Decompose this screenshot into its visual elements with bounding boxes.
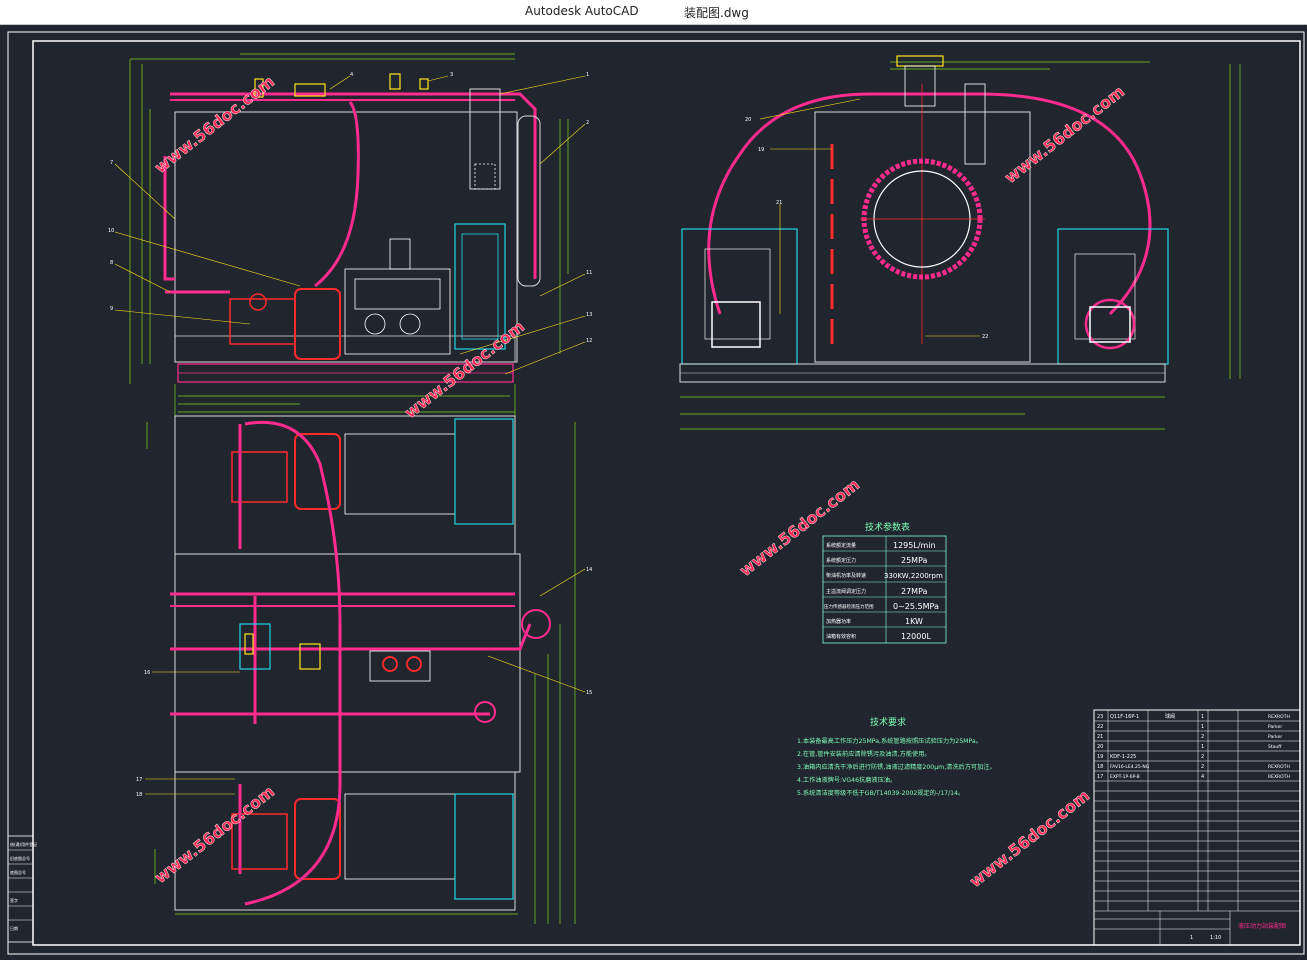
tech-req-item-2: 3.油箱内应清洗干净后进行防锈,油液过滤精度200μm,清洗后方可加注。: [797, 763, 996, 771]
tp-value-1: 25MPa: [901, 556, 928, 565]
bom-qty-5: 2: [1201, 764, 1204, 770]
svg-text:8: 8: [110, 260, 113, 266]
tech-req-item-3: 4.工作油液牌号:VG46抗磨液压油。: [797, 776, 896, 784]
svg-text:21: 21: [776, 200, 782, 206]
tp-value-6: 12000L: [901, 632, 931, 641]
strip-label-5: 日期: [10, 925, 18, 931]
svg-text:15: 15: [586, 690, 592, 696]
bom-remark-1: Parker: [1268, 724, 1282, 730]
watermark-1: www.56doc.com: [151, 72, 278, 177]
side-view[interactable]: 20 19 21 22: [679, 55, 1241, 430]
svg-text:16: 16: [144, 670, 150, 676]
bom-remark-2: Parker: [1268, 734, 1282, 740]
watermark-2: www.56doc.com: [401, 317, 528, 422]
front-view[interactable]: 4 3 1 2 7 10 8 9 11 13 12: [108, 53, 592, 416]
file-title: 装配图.dwg: [684, 6, 749, 20]
bom-remark-3: Stauff: [1268, 744, 1282, 750]
tp-value-0: 1295L/min: [893, 541, 936, 550]
tech-params-table: 技术参数表 系统额定流量 1295L/min 系统额定压力 25MPa 柴油机功…: [822, 521, 947, 644]
bom-code-6: EXPT-1P-6P-B: [1110, 774, 1140, 780]
svg-text:10: 10: [108, 228, 114, 234]
sheet-border-inner: [32, 40, 1301, 946]
sheet-border-outer: [7, 31, 1305, 955]
app-title: Autodesk AutoCAD: [525, 4, 639, 18]
tp-label-4: 压力传感器检测压力范围: [824, 603, 874, 610]
watermark-5: www.56doc.com: [151, 782, 278, 887]
tech-req-item-1: 2.在管,管件安装前应清除锈污及油渍,方能使用。: [797, 750, 931, 758]
bom-no-4: 19: [1097, 754, 1103, 760]
bom-no-2: 21: [1097, 734, 1103, 740]
watermark-4: www.56doc.com: [736, 475, 863, 580]
tech-params-title: 技术参数表: [865, 521, 910, 533]
bom-qty-2: 2: [1201, 734, 1204, 740]
drawing-scale: 1:10: [1210, 935, 1221, 941]
bom-no-5: 18: [1097, 764, 1103, 770]
tp-label-2: 柴油机功率及转速: [826, 572, 866, 579]
tech-req-item-0: 1.本装备最高工作压力25MPa,系统管路按照压试验压力为25MPa。: [797, 737, 982, 745]
bom-qty-6: 4: [1201, 774, 1204, 780]
drawing-sheet: 1: [1190, 935, 1193, 941]
strip-label-2: 旧底图总号: [10, 855, 30, 861]
bom-qty-0: 1: [1201, 714, 1204, 720]
svg-text:18: 18: [136, 792, 142, 798]
tp-label-1: 系统额定压力: [826, 557, 856, 564]
tp-label-3: 主溢流阀调定压力: [826, 588, 866, 595]
bom-no-1: 22: [1097, 724, 1103, 730]
svg-text:11: 11: [586, 270, 592, 276]
tech-req-title: 技术要求: [870, 716, 906, 728]
tp-label-5: 加热器功率: [826, 618, 851, 625]
bom-qty-3: 1: [1201, 744, 1204, 750]
svg-text:4: 4: [350, 72, 353, 78]
svg-text:14: 14: [586, 567, 592, 573]
bom-name-0: 球阀: [1165, 713, 1175, 720]
svg-text:19: 19: [758, 147, 764, 153]
drawing-name: 液压动力站装配图: [1238, 922, 1286, 930]
title-block: 23 Q11F-16P-1 球阀 1 REXROTH 22 1 Parker 2…: [1093, 709, 1301, 946]
strip-label-3: 底图总号: [10, 869, 26, 875]
bom-code-0: Q11F-16P-1: [1110, 714, 1139, 720]
strip-label-1: 借(通)用件登记: [10, 841, 37, 847]
svg-text:12: 12: [586, 338, 592, 344]
tp-value-2: 330KW,2200rpm: [884, 572, 943, 580]
svg-text:17: 17: [136, 777, 142, 783]
bom-remark-0: REXROTH: [1268, 714, 1290, 720]
tp-value-4: 0~25.5MPa: [893, 602, 939, 611]
bom-qty-4: 2: [1201, 754, 1204, 760]
svg-text:22: 22: [982, 334, 988, 340]
tech-req-item-4: 5.系统清洁度等级不低于GB/T14039-2002规定的-/17/14。: [797, 789, 964, 797]
bom-qty-1: 1: [1201, 724, 1204, 730]
svg-text:2: 2: [586, 120, 589, 126]
drawing-canvas[interactable]: 借(通)用件登记 旧底图总号 底图总号 签字 日期 4 3 1 2 7 10 8…: [0, 24, 1307, 956]
bom-remark-6: REXROTH: [1268, 774, 1290, 780]
svg-text:9: 9: [110, 306, 113, 312]
tech-requirements: 技术要求 1.本装备最高工作压力25MPa,系统管路按照压试验压力为25MPa。…: [797, 716, 996, 797]
tp-value-5: 1KW: [905, 617, 923, 626]
svg-text:3: 3: [450, 72, 453, 78]
tp-label-0: 系统额定流量: [826, 542, 856, 549]
bom-code-4: KDF-1-225: [1110, 754, 1136, 760]
left-sign-strip: 借(通)用件登记 旧底图总号 底图总号 签字 日期: [7, 835, 37, 943]
svg-text:13: 13: [586, 312, 592, 318]
bom-remark-5: REXROTH: [1268, 764, 1290, 770]
bom-no-6: 17: [1097, 774, 1103, 780]
bom-no-0: 23: [1097, 714, 1103, 720]
strip-label-4: 签字: [10, 897, 18, 903]
bom-no-3: 20: [1097, 744, 1103, 750]
window-titlebar: Autodesk AutoCAD 装配图.dwg: [0, 0, 1307, 25]
tp-value-3: 27MPa: [901, 587, 928, 596]
svg-text:1: 1: [586, 72, 589, 78]
watermark-6: www.56doc.com: [966, 786, 1093, 891]
bom-code-5: FAV16-LE4.25-NG: [1110, 764, 1150, 770]
svg-text:20: 20: [745, 117, 751, 123]
tp-label-6: 油箱有效容积: [826, 633, 856, 640]
svg-text:7: 7: [110, 160, 113, 166]
